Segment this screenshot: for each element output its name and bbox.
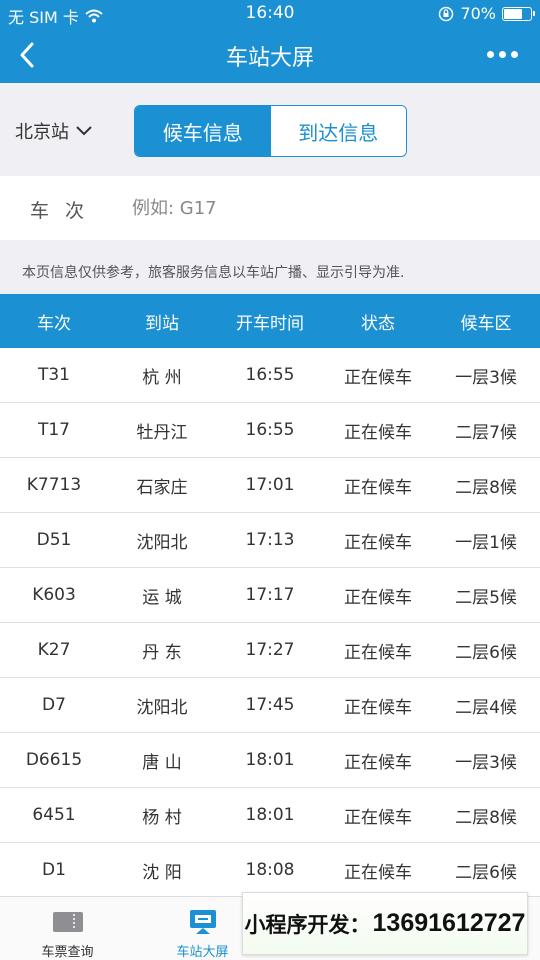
cell-waiting-area: 二层7候 <box>455 422 517 443</box>
table-row[interactable]: 6451 杨 村 18:01 正在候车 二层8候 <box>0 788 540 843</box>
chevron-down-icon <box>76 126 92 136</box>
cell-waiting-area: 二层4候 <box>455 697 517 718</box>
cell-status: 正在候车 <box>344 477 412 498</box>
more-dots-icon <box>487 51 494 58</box>
cell-train-number: D1 <box>42 860 66 880</box>
watermark-phone: 13691612727 <box>372 909 526 937</box>
tab-waiting-info[interactable]: 候车信息 <box>135 106 271 156</box>
monitor-icon <box>189 910 216 934</box>
train-number-label: 车 次 <box>30 200 90 222</box>
cell-status: 正在候车 <box>344 422 412 443</box>
cell-waiting-area: 二层6候 <box>455 642 517 663</box>
selector-bar: 北京站 候车信息 到达信息 <box>0 83 540 176</box>
disclaimer-text: 本页信息仅供参考，旅客服务信息以车站广播、显示引导为准. <box>22 265 405 281</box>
header-train-number: 车次 <box>37 313 71 334</box>
cell-departure-time: 16:55 <box>245 365 295 385</box>
cell-waiting-area: 二层8候 <box>455 477 517 498</box>
header-status: 状态 <box>361 313 395 334</box>
ticket-icon <box>52 912 83 932</box>
tab-label: 车站大屏 <box>176 945 229 960</box>
table-row[interactable]: K27 丹 东 17:27 正在候车 二层6候 <box>0 623 540 678</box>
cell-departure-time: 17:27 <box>245 640 295 660</box>
cell-waiting-area: 一层1候 <box>455 532 517 553</box>
cell-waiting-area: 一层3候 <box>455 367 517 388</box>
header-destination: 到站 <box>145 313 179 334</box>
cell-waiting-area: 二层8候 <box>455 807 517 828</box>
cell-train-number: D7 <box>42 695 66 715</box>
cell-destination: 沈 阳 <box>142 862 182 883</box>
cell-departure-time: 17:45 <box>245 695 295 715</box>
more-dot <box>511 51 518 58</box>
cell-waiting-area: 一层3候 <box>455 752 517 773</box>
cell-train-number: T31 <box>37 365 71 385</box>
table-header: 车次 到站 开车时间 状态 候车区 <box>0 294 540 348</box>
cell-destination: 杭 州 <box>142 367 182 388</box>
cell-train-number: D6615 <box>25 750 83 770</box>
battery-icon <box>502 6 535 21</box>
status-bar: 无 SIM 卡 16:40 70% <box>0 0 540 28</box>
table-row[interactable]: D1 沈 阳 18:08 正在候车 二层6候 <box>0 843 540 898</box>
header-departure-time: 开车时间 <box>236 313 304 334</box>
cell-departure-time: 17:13 <box>245 530 295 550</box>
station-name: 北京站 <box>15 122 69 143</box>
disclaimer-notice: 本页信息仅供参考，旅客服务信息以车站广播、显示引导为准. <box>0 240 540 294</box>
station-dropdown[interactable]: 北京站 <box>15 118 93 144</box>
cell-status: 正在候车 <box>344 642 412 663</box>
nav-bar: 车站大屏 <box>0 28 540 83</box>
cell-destination: 丹 东 <box>142 642 182 663</box>
more-dot <box>499 51 506 58</box>
cell-status: 正在候车 <box>344 807 412 828</box>
cell-train-number: D51 <box>36 530 72 550</box>
tab-ticket-query[interactable]: 车票查询 <box>0 897 135 960</box>
table-row[interactable]: K7713 石家庄 17:01 正在候车 二层8候 <box>0 458 540 513</box>
page-title: 车站大屏 <box>225 46 314 71</box>
cell-waiting-area: 二层6候 <box>455 862 517 883</box>
cell-destination: 沈阳北 <box>136 532 188 553</box>
train-table: T31 杭 州 16:55 正在候车 一层3候 T17 牡丹江 16:55 正在… <box>0 348 540 898</box>
cell-train-number: K27 <box>37 640 71 660</box>
cell-train-number: K7713 <box>26 475 82 495</box>
battery-percent: 70% <box>460 4 496 23</box>
cell-destination: 沈阳北 <box>136 697 188 718</box>
cell-train-number: 6451 <box>32 805 76 825</box>
cell-departure-time: 16:55 <box>245 420 295 440</box>
cell-status: 正在候车 <box>344 862 412 883</box>
cell-departure-time: 18:01 <box>245 805 295 825</box>
cell-status: 正在候车 <box>344 752 412 773</box>
train-search-row: 车 次 <box>0 176 540 240</box>
cell-train-number: T17 <box>37 420 71 440</box>
cell-destination: 唐 山 <box>142 752 182 773</box>
tab-arrival-info[interactable]: 到达信息 <box>270 106 406 156</box>
cell-waiting-area: 二层5候 <box>455 587 517 608</box>
cell-status: 正在候车 <box>344 532 412 553</box>
cell-status: 正在候车 <box>344 367 412 388</box>
cell-status: 正在候车 <box>344 697 412 718</box>
cell-train-number: K603 <box>32 585 76 605</box>
tab-label: 车票查询 <box>41 945 94 960</box>
table-row[interactable]: D6615 唐 山 18:01 正在候车 一层3候 <box>0 733 540 788</box>
header-waiting-area: 候车区 <box>460 313 512 334</box>
cell-departure-time: 17:17 <box>245 585 295 605</box>
more-button[interactable] <box>487 51 518 58</box>
table-row[interactable]: T17 牡丹江 16:55 正在候车 二层7候 <box>0 403 540 458</box>
rotation-lock-icon <box>439 6 454 21</box>
watermark-prefix: 小程序开发： <box>244 913 371 937</box>
cell-destination: 石家庄 <box>136 477 188 498</box>
cell-departure-time: 18:01 <box>245 750 295 770</box>
cell-status: 正在候车 <box>344 587 412 608</box>
info-type-segmented-control: 候车信息 到达信息 <box>134 105 407 157</box>
developer-watermark: 小程序开发： 13691612727 <box>242 892 528 955</box>
cell-departure-time: 17:01 <box>245 475 295 495</box>
cell-departure-time: 18:08 <box>245 860 295 880</box>
cell-destination: 运 城 <box>142 587 182 608</box>
table-row[interactable]: T31 杭 州 16:55 正在候车 一层3候 <box>0 348 540 403</box>
cell-destination: 杨 村 <box>142 807 182 828</box>
table-row[interactable]: D51 沈阳北 17:13 正在候车 一层1候 <box>0 513 540 568</box>
table-row[interactable]: K603 运 城 17:17 正在候车 二层5候 <box>0 568 540 623</box>
table-row[interactable]: D7 沈阳北 17:45 正在候车 二层4候 <box>0 678 540 733</box>
cell-destination: 牡丹江 <box>136 422 188 443</box>
train-number-input[interactable] <box>132 188 522 228</box>
